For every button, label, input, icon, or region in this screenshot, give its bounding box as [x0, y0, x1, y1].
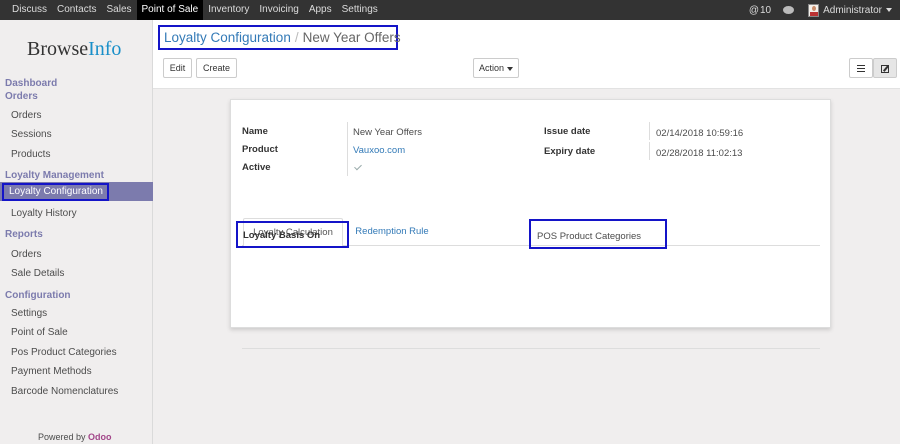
user-name: Administrator: [823, 4, 882, 16]
product-label: Product: [242, 144, 278, 155]
list-view-button[interactable]: [849, 58, 873, 78]
chat-button[interactable]: [783, 6, 795, 14]
sidebar-section-configuration: Configuration: [5, 290, 71, 301]
sidebar-item-sessions[interactable]: Sessions: [11, 129, 52, 140]
breadcrumb-parent[interactable]: Loyalty Configuration: [164, 30, 291, 45]
sidebar-item-sale-details[interactable]: Sale Details: [11, 268, 64, 279]
menu-sales[interactable]: Sales: [101, 0, 136, 20]
sidebar-item-orders[interactable]: Orders: [11, 110, 42, 121]
name-field: New Year Offers: [353, 127, 423, 138]
caret-down-icon: [507, 66, 513, 71]
sidebar-section-dashboard[interactable]: Dashboard: [5, 78, 57, 89]
menu-point-of-sale[interactable]: Point of Sale: [136, 0, 204, 20]
topbar-right: @ 10 Administrator: [737, 0, 892, 20]
edit-button[interactable]: Edit: [163, 58, 192, 78]
app-menu: Discuss Contacts Sales Point of Sale Inv…: [0, 0, 383, 20]
sidebar-section-orders[interactable]: Orders: [5, 91, 38, 102]
issue-date-label: Issue date: [544, 126, 591, 137]
sidebar-item-pos-product-categories[interactable]: Pos Product Categories: [11, 347, 117, 358]
breadcrumb-separator: /: [294, 30, 299, 45]
issue-date-field: 02/14/2018 10:59:16: [656, 128, 744, 139]
odoo-link[interactable]: Odoo: [88, 432, 112, 442]
avatar: [808, 3, 820, 17]
company-logo: BrowseInfo: [27, 38, 122, 60]
menu-discuss[interactable]: Discuss: [0, 0, 52, 20]
form-view-button[interactable]: [873, 58, 897, 78]
tab-redemption-rule[interactable]: Redemption Rule: [352, 218, 432, 247]
loyalty-basis-field[interactable]: POS Product Categories: [537, 231, 641, 242]
sidebar-item-loyalty-history[interactable]: Loyalty History: [11, 208, 77, 219]
product-field[interactable]: Vauxoo.com: [353, 145, 405, 156]
sidebar-item-report-orders[interactable]: Orders: [11, 249, 42, 260]
sidebar-item-payment-methods[interactable]: Payment Methods: [11, 366, 92, 377]
edit-icon: [881, 64, 889, 73]
action-dropdown[interactable]: Action: [473, 58, 519, 78]
sidebar-item-label: Loyalty Configuration: [9, 186, 103, 197]
sidebar: BrowseInfo Dashboard Orders Orders Sessi…: [0, 20, 153, 444]
caret-down-icon: [886, 8, 892, 12]
sidebar-item-point-of-sale[interactable]: Point of Sale: [11, 327, 68, 338]
notification-count: 10: [759, 4, 772, 16]
expiry-date-field: 02/28/2018 11:02:13: [656, 148, 743, 159]
sidebar-section-reports: Reports: [5, 229, 43, 240]
at-icon: @: [748, 4, 759, 16]
notifications-button[interactable]: @ 10: [749, 5, 771, 16]
sidebar-item-products[interactable]: Products: [11, 149, 50, 160]
user-menu[interactable]: Administrator: [808, 3, 892, 17]
powered-by: Powered by Odoo: [38, 432, 112, 442]
active-label: Active: [242, 162, 271, 173]
list-icon: [857, 65, 865, 73]
create-button[interactable]: Create: [196, 58, 237, 78]
breadcrumb-current: New Year Offers: [302, 30, 401, 45]
sidebar-item-loyalty-configuration[interactable]: Loyalty Configuration: [0, 182, 153, 201]
main-content: Loyalty Configuration / New Year Offers Ed…: [153, 20, 900, 444]
active-checkbox: [354, 163, 363, 172]
menu-invoicing[interactable]: Invoicing: [254, 0, 303, 20]
expiry-date-label: Expiry date: [544, 146, 596, 157]
menu-settings[interactable]: Settings: [337, 0, 383, 20]
form-sheet: Name New Year Offers Product Vauxoo.com …: [230, 99, 831, 349]
divider: [242, 348, 820, 349]
sidebar-item-barcode-nomenclatures[interactable]: Barcode Nomenclatures: [11, 386, 118, 397]
top-navbar: Discuss Contacts Sales Point of Sale Inv…: [0, 0, 900, 20]
menu-inventory[interactable]: Inventory: [203, 0, 254, 20]
name-label: Name: [242, 126, 268, 137]
menu-contacts[interactable]: Contacts: [52, 0, 101, 20]
sidebar-section-loyalty: Loyalty Management: [5, 170, 104, 181]
sidebar-item-settings[interactable]: Settings: [11, 308, 47, 319]
loyalty-basis-label: Loyalty Basis On: [243, 230, 321, 241]
chat-icon: [783, 6, 795, 14]
menu-apps[interactable]: Apps: [304, 0, 337, 20]
breadcrumb: Loyalty Configuration / New Year Offers: [164, 30, 401, 45]
